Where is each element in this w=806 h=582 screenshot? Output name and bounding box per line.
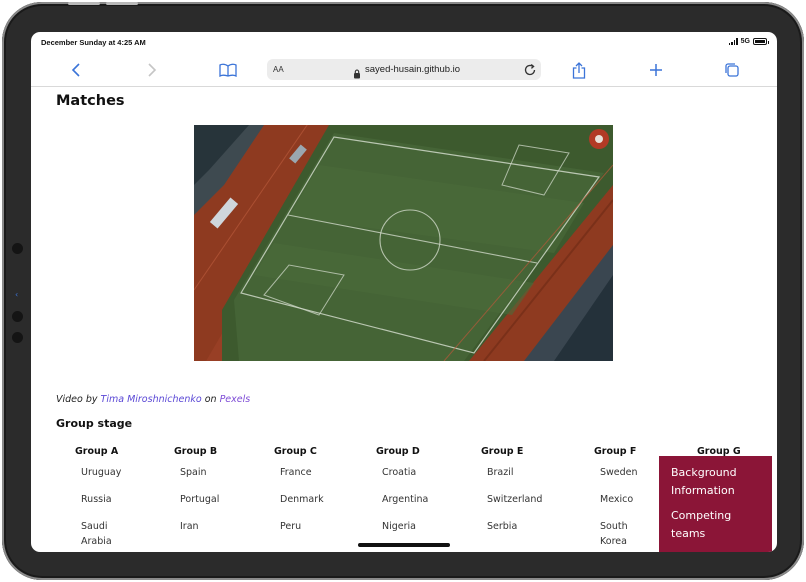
team-name: Portugal [180,494,220,505]
volume-button [106,2,138,5]
status-time: December Sunday at 4:25 AM [41,38,146,47]
tabs-icon[interactable] [721,60,743,80]
volume-button [68,2,100,5]
book-icon[interactable] [217,60,239,80]
team-name: Croatia [382,467,417,478]
group-column: Group B Spain Portugal Iran [174,446,219,546]
share-icon[interactable] [568,60,590,80]
credit-middle: on [201,394,220,405]
web-page: Matches Video by Tima Miroshnichenko on … [31,88,777,552]
team-name: Mexico [600,494,634,505]
side-chevron-icon: ‹ [15,290,19,299]
team-name: Switzerland [487,494,543,505]
team-name: Spain [180,467,207,478]
sensor-dot [12,311,23,322]
home-indicator[interactable] [358,543,450,547]
group-column: Group A Uruguay Russia Saudi Arabia [75,446,133,547]
team-name: Uruguay [81,467,122,478]
camera-dot [12,243,23,254]
chevron-left-icon[interactable] [65,60,87,80]
stadium-video[interactable] [194,125,613,361]
network-label: 5G [740,38,750,45]
status-bar: December Sunday at 4:25 AM 5G [31,32,777,54]
group-column: Group F Sweden Mexico South Korea [594,446,640,547]
team-name: Denmark [280,494,324,505]
group-title: Group F [594,446,637,457]
team-name: Nigeria [382,521,416,532]
team-name: Serbia [487,521,518,532]
group-title: Group E [481,446,524,457]
sensor-dot [12,332,23,343]
team-name: Argentina [382,494,429,505]
signal-icon [728,38,738,45]
team-name: France [280,467,312,478]
battery-icon [753,38,769,45]
team-name: Saudi Arabia [81,521,112,547]
group-title: Group A [75,446,119,457]
group-title: Group B [174,446,218,457]
group-title: Group C [274,446,317,457]
url-text: sayed-husain.github.io [365,64,461,75]
group-column: Group E Brazil Switzerland Serbia [481,446,542,546]
reader-aa-button[interactable]: AA [273,65,284,74]
group-column: Group D Croatia Argentina Nigeria [376,446,428,546]
pexels-link[interactable]: Pexels [220,394,251,405]
team-name: Iran [180,521,199,532]
page-title: Matches [56,93,125,109]
team-name: Russia [81,494,112,505]
screen: December Sunday at 4:25 AM 5G AA sayed-h… [31,32,777,552]
browser-toolbar: AA sayed-husain.github.io [31,54,777,87]
credit-prefix: Video by [56,394,101,405]
lock-icon [353,64,361,83]
address-bar[interactable]: AA sayed-husain.github.io [267,59,541,80]
menu-item-competing-teams[interactable]: Competing teams [671,507,760,543]
reload-icon[interactable] [523,62,537,81]
menu-item-background[interactable]: Background Information [671,464,760,500]
author-link[interactable]: Tima Miroshnichenko [101,394,202,405]
team-name: South Korea [600,521,628,547]
group-column: Group C France Denmark Peru [274,446,324,546]
stadium-aerial-image [194,125,613,361]
group-title: Group D [376,446,420,457]
video-credit: Video by Tima Miroshnichenko on Pexels [56,394,250,405]
team-name: Brazil [487,467,514,478]
plus-icon[interactable] [645,60,667,80]
team-name: Sweden [600,467,638,478]
chevron-right-icon[interactable] [141,60,163,80]
side-menu: Background Information Competing teams [659,456,772,552]
status-indicators: 5G [728,38,769,45]
group-stage-heading: Group stage [56,417,133,430]
team-name: Peru [280,521,302,532]
